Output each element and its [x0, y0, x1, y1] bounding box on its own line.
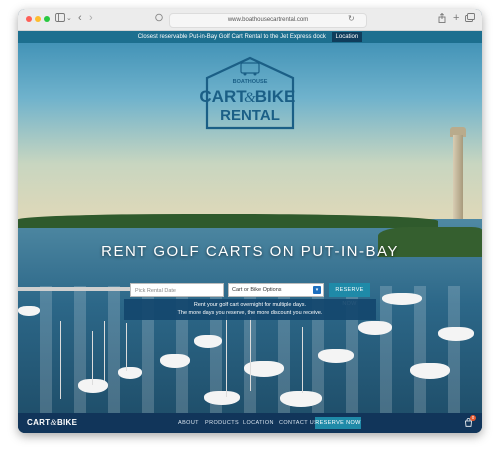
- footer-logo-bike: BIKE: [56, 418, 78, 427]
- boat: [410, 363, 450, 379]
- page-content: Closest reservable Put-in-Bay Golf Cart …: [18, 31, 482, 433]
- logo-bike: BIKE: [255, 87, 296, 106]
- reload-icon[interactable]: ↻: [348, 13, 355, 25]
- footer-nav-bar: CART&BIKE ABOUT PRODUCTS LOCATION CONTAC…: [18, 413, 482, 433]
- boat-mast: [104, 321, 105, 381]
- boat: [318, 349, 354, 363]
- maximize-window-button[interactable]: [44, 16, 50, 22]
- boat-mast: [126, 323, 127, 371]
- rental-options-value: Cart or Bike Options: [232, 287, 282, 293]
- footer-logo[interactable]: CART&BIKE: [27, 418, 77, 427]
- boat-mast: [250, 317, 251, 391]
- hero-headline: RENT GOLF CARTS ON PUT-IN-BAY: [101, 243, 399, 260]
- privacy-icon[interactable]: [155, 13, 163, 25]
- boat: [160, 354, 190, 368]
- boat: [438, 327, 474, 341]
- boat-mast: [226, 311, 227, 397]
- chevron-down-icon: ▾: [313, 286, 321, 294]
- logo-boathouse: BOATHOUSE: [233, 79, 268, 85]
- boat: [194, 335, 222, 348]
- logo-rental: RENTAL: [220, 107, 280, 124]
- rental-date-input[interactable]: Pick Rental Date: [130, 283, 224, 297]
- note-line-2: The more days you reserve, the more disc…: [177, 310, 323, 316]
- new-tab-icon[interactable]: +: [453, 13, 459, 24]
- boat: [78, 379, 108, 393]
- boat-mast: [92, 331, 93, 385]
- perrys-monument: [453, 135, 463, 231]
- location-button[interactable]: Location: [331, 32, 363, 42]
- share-icon[interactable]: [438, 12, 446, 26]
- reserve-now-button[interactable]: RESERVE NOW: [329, 283, 370, 307]
- nav-location[interactable]: LOCATION: [243, 420, 274, 426]
- nav-about[interactable]: ABOUT: [178, 420, 199, 426]
- boat-mast: [60, 321, 61, 399]
- chevron-down-icon[interactable]: ⌄: [66, 13, 72, 25]
- close-window-button[interactable]: [26, 16, 32, 22]
- browser-titlebar: ⌄ ‹ › www.boathousecartrental.com ↻ +: [18, 9, 482, 31]
- boat: [204, 391, 240, 405]
- tree-line: [18, 214, 438, 228]
- footer-reserve-now-button[interactable]: RESERVE NOW: [315, 417, 361, 429]
- tabs-icon[interactable]: [465, 13, 475, 25]
- boat: [118, 367, 142, 379]
- boat: [280, 391, 322, 407]
- sidebar-icon[interactable]: [55, 13, 65, 25]
- nav-products[interactable]: PRODUCTS: [205, 420, 239, 426]
- reservation-form: Pick Rental Date Cart or Bike Options ▾ …: [130, 283, 370, 307]
- cart-count-badge: 0: [470, 415, 476, 421]
- footer-logo-cart: CART: [27, 418, 51, 427]
- boat: [358, 321, 392, 335]
- minimize-window-button[interactable]: [35, 16, 41, 22]
- announcement-text: Closest reservable Put-in-Bay Golf Cart …: [137, 34, 326, 40]
- announcement-bar: Closest reservable Put-in-Bay Golf Cart …: [18, 31, 482, 43]
- address-bar[interactable]: www.boathousecartrental.com: [169, 13, 367, 28]
- nav-contact-us[interactable]: CONTACT US: [279, 420, 318, 426]
- forward-icon[interactable]: ›: [89, 13, 93, 24]
- url-text: www.boathousecartrental.com: [227, 17, 309, 23]
- logo-cart: CART: [199, 87, 247, 106]
- multi-day-note: Rent your golf cart overnight for multip…: [124, 299, 376, 320]
- back-icon[interactable]: ‹: [78, 13, 82, 24]
- rental-options-select[interactable]: Cart or Bike Options ▾: [228, 283, 324, 297]
- note-line-1: Rent your golf cart overnight for multip…: [193, 302, 307, 308]
- brand-logo[interactable]: BOATHOUSE CART & BIKE RENTAL: [199, 56, 301, 133]
- dock: [18, 287, 138, 291]
- browser-window: ⌄ ‹ › www.boathousecartrental.com ↻ + Cl…: [18, 9, 482, 433]
- boat-mast: [302, 327, 303, 393]
- boat: [18, 306, 40, 316]
- golf-cart-icon: [240, 62, 260, 74]
- boat: [382, 293, 422, 305]
